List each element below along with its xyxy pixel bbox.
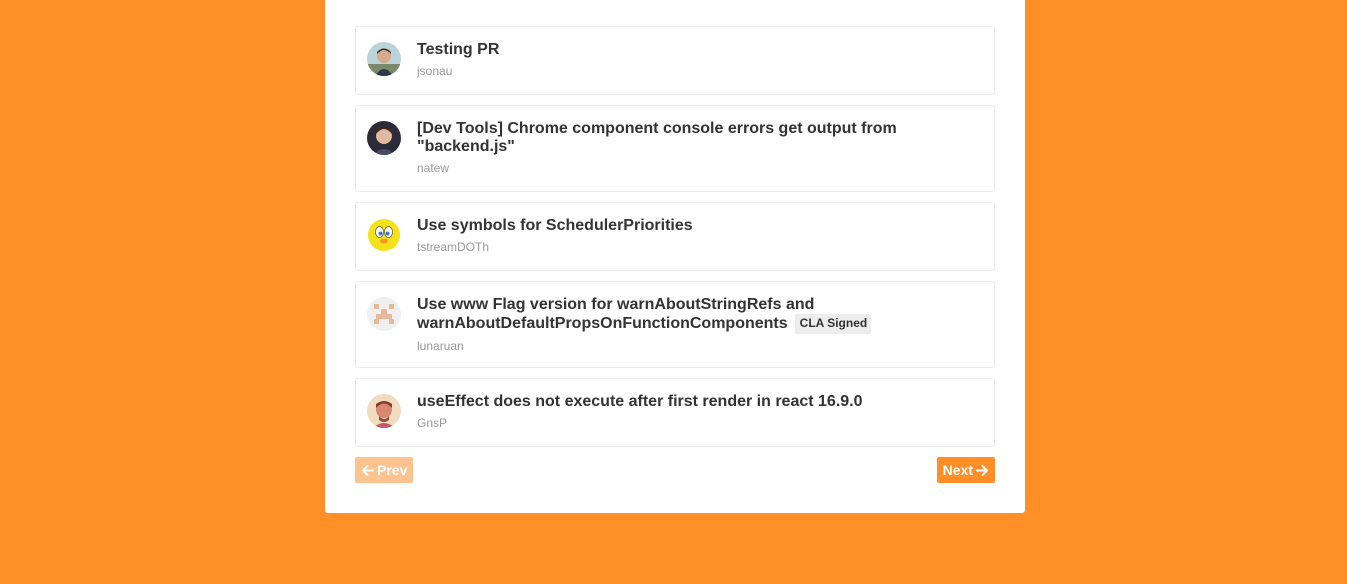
- pr-title-text[interactable]: Use www Flag version for warnAboutString…: [417, 296, 814, 332]
- pr-author: GnsP: [417, 416, 448, 430]
- pr-list-item[interactable]: Use www Flag version for warnAboutString…: [355, 281, 995, 368]
- prev-button[interactable]: Prev: [355, 457, 414, 483]
- arrow-left-icon: [361, 464, 374, 477]
- avatar: [367, 394, 401, 428]
- arrow-right-icon: [976, 464, 989, 477]
- pr-title[interactable]: Use www Flag version for warnAboutString…: [417, 296, 934, 334]
- avatar: [367, 42, 401, 76]
- pr-title[interactable]: [Dev Tools] Chrome component console err…: [417, 120, 934, 156]
- avatar: [367, 218, 401, 252]
- pr-list-item[interactable]: Use symbols for SchedulerPriorities tstr…: [355, 202, 995, 271]
- next-button[interactable]: Next: [936, 457, 995, 483]
- pr-title[interactable]: Testing PR: [417, 41, 934, 59]
- pr-list-card: Testing PR jsonau [Dev Tools] Chrome com…: [325, 0, 1025, 513]
- pr-list: Testing PR jsonau [Dev Tools] Chrome com…: [355, 26, 995, 457]
- pr-author: jsonau: [417, 64, 453, 78]
- pr-author: natew: [417, 161, 450, 175]
- pr-list-item[interactable]: useEffect does not execute after first r…: [355, 378, 995, 447]
- next-label: Next: [942, 462, 973, 478]
- pr-list-item[interactable]: Testing PR jsonau: [355, 26, 995, 95]
- avatar: [367, 121, 401, 155]
- pr-author: lunaruan: [417, 339, 464, 353]
- cla-signed-label: CLA Signed: [794, 314, 872, 334]
- pagination: Prev Next: [355, 457, 995, 483]
- avatar: [367, 297, 401, 331]
- pr-title[interactable]: Use symbols for SchedulerPriorities: [417, 217, 934, 235]
- pr-title[interactable]: useEffect does not execute after first r…: [417, 393, 934, 411]
- prev-label: Prev: [377, 462, 408, 478]
- pr-author: tstreamDOTh: [417, 240, 490, 254]
- pr-list-item[interactable]: [Dev Tools] Chrome component console err…: [355, 105, 995, 192]
